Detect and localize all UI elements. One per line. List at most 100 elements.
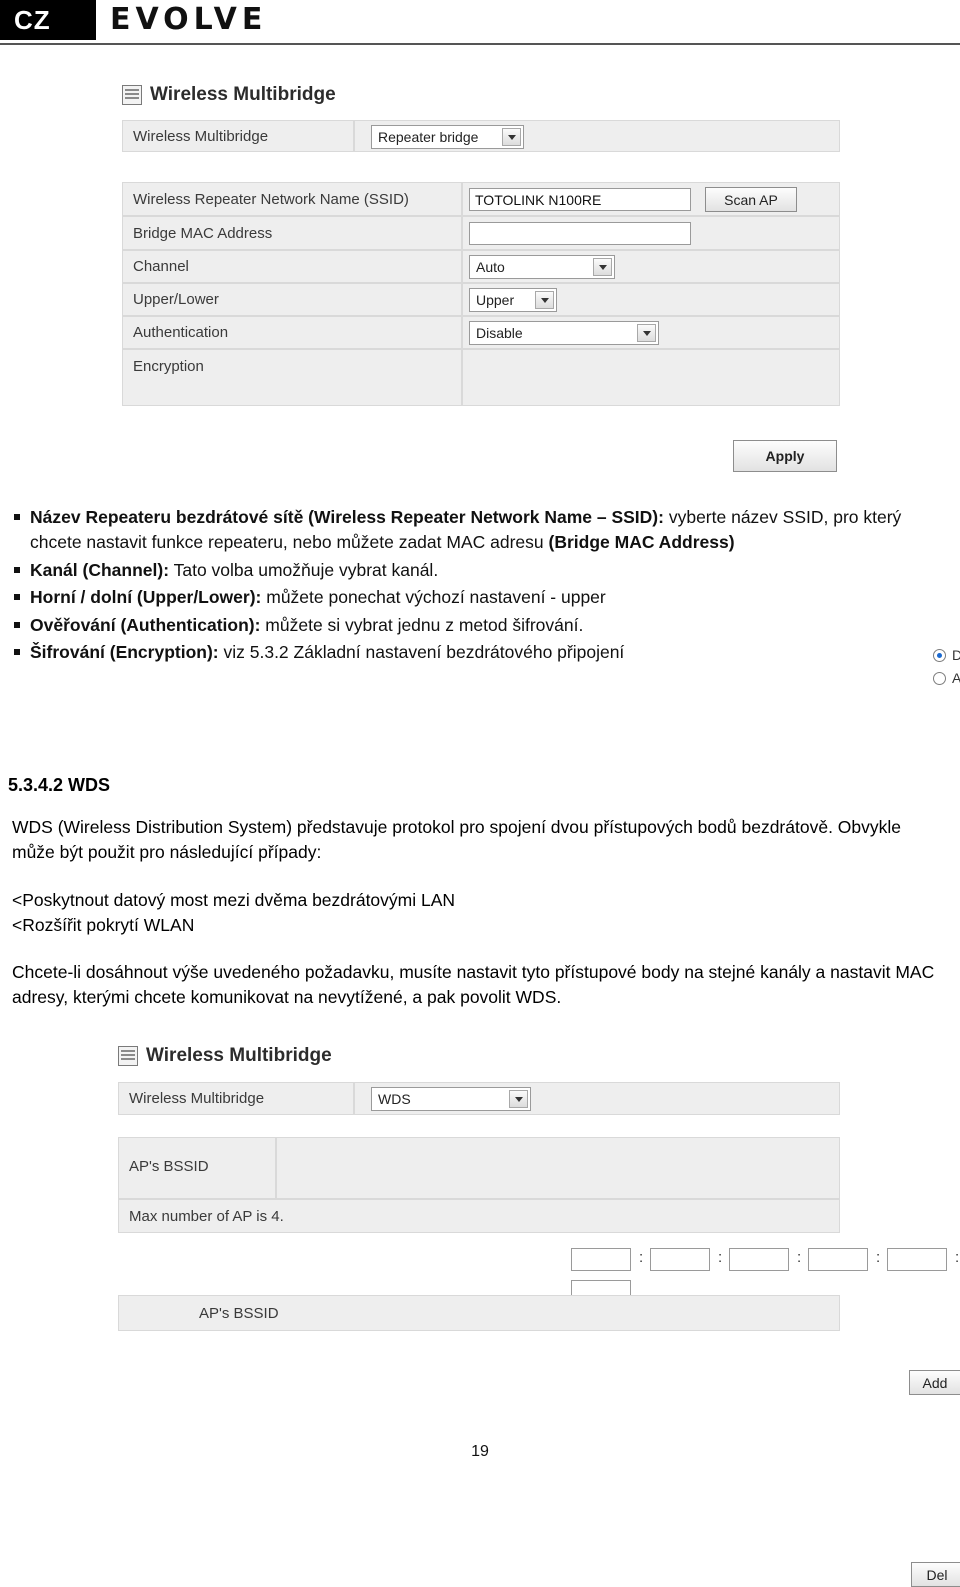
input-ssid[interactable]: TOTOLINK N100RE [469,188,691,211]
label-wireless-multibridge: Wireless Multibridge [133,128,269,145]
bullet-0-bold: Název Repeateru bezdrátové sítě (Wireles… [30,507,664,527]
row-wireless-multibridge-value: Repeater bridge [354,120,840,152]
page-icon [118,1046,138,1066]
bullet-2-rest: můžete ponechat výchozí nastavení - uppe… [261,587,606,608]
select-upper-lower-value: Upper [476,292,515,308]
select-wireless-multibridge-2[interactable]: WDS [371,1087,531,1111]
row-upper-lower-label: Upper/Lower [122,283,462,316]
list-item: Ověřování (Authentication): můžete si vy… [12,613,942,638]
paragraph-use-case-1: <Poskytnout datový most mezi dvěma bezdr… [12,890,456,910]
paragraph-wds-requirements: Chcete-li dosáhnout výše uvedeného požad… [12,962,935,1008]
list-item: Název Repeateru bezdrátové sítě (Wireles… [12,505,942,556]
feature-bullet-list: Název Repeateru bezdrátové sítě (Wireles… [12,505,942,665]
row-bssid-value: : : : : : Scan AP [276,1137,959,1303]
select-channel[interactable]: Auto [469,255,615,279]
router-ui-screenshot-wds: Wireless Multibridge Wireless Multibridg… [0,1035,960,1587]
row-wireless-multibridge-label: Wireless Multibridge [122,120,354,152]
bullet-4-rest: viz 5.3.2 Základní nastavení bezdrátovéh… [218,641,625,662]
bssid-separator-1: : [639,1249,644,1266]
section-heading-wds: 5.3.4.2 WDS [8,775,111,795]
list-item: Kanál (Channel): Tato volba umožňuje vyb… [12,558,942,583]
input-bssid-5[interactable] [887,1248,947,1271]
radio-label-aes: AES [952,670,960,686]
radio-button-icon[interactable] [933,671,946,685]
list-item: Šifrování (Encryption): viz 5.3.2 Základ… [12,640,942,665]
chevron-down-icon[interactable] [509,1090,528,1108]
chevron-down-icon[interactable] [637,324,656,342]
label-encryption: Encryption [133,358,204,375]
paragraph-use-case-2: <Rozšířit pokrytí WLAN [12,915,195,935]
del-button[interactable]: Del [911,1562,960,1587]
input-bssid-3[interactable] [729,1248,789,1271]
select-channel-value: Auto [476,259,505,275]
evolve-brand-logo: EVOLVE [110,2,268,37]
cz-language-badge: CZ [0,0,96,40]
chevron-down-icon[interactable] [535,291,554,309]
bssid-separator-3: : [797,1249,802,1266]
label-wireless-multibridge-2: Wireless Multibridge [129,1090,265,1107]
label-max-ap-note: Max number of AP is 4. [129,1208,284,1225]
bullet-3-rest: můžete si vybrat jednu z metod šifrování… [260,614,584,635]
row-wireless-multibridge-label-2: Wireless Multibridge [118,1082,354,1115]
bullet-2-bold: Horní / dolní (Upper/Lower): [30,587,262,608]
apply-button[interactable]: Apply [733,440,837,472]
list-item: Horní / dolní (Upper/Lower): můžete pone… [12,585,942,610]
bullet-1-rest: Tato volba umožňuje vybrat kanál. [169,559,439,580]
panel-title-wireless-multibridge-2: Wireless Multibridge [118,1045,332,1067]
paragraph-wds-intro: WDS (Wireless Distribution System) předs… [12,817,902,863]
label-bridge-mac: Bridge MAC Address [133,225,273,242]
header-divider [0,43,960,45]
scan-ap-button[interactable]: Scan AP [705,187,797,212]
row-encryption-value: Disable WEP64 WEP128 TKIP AES TKIP/AES [462,349,960,686]
input-bssid-1[interactable] [571,1248,631,1271]
router-ui-screenshot-repeater: Wireless Multibridge Wireless Multibridg… [0,60,960,686]
label-upper-lower: Upper/Lower [133,291,219,308]
select-upper-lower[interactable]: Upper [469,288,557,312]
panel-title-label: Wireless Multibridge [150,84,336,105]
page-icon [122,85,142,105]
input-bssid-4[interactable] [808,1248,868,1271]
row-wireless-multibridge-value-2: WDS [354,1082,840,1115]
radio-encryption-aes[interactable]: AES [933,670,960,686]
bullet-1-bold: Kanál (Channel): [30,559,170,580]
panel-title-wireless-multibridge: Wireless Multibridge [122,84,336,106]
row-bssid-list: AP's BSSID Del [118,1295,960,1587]
bullet-0-bold2: (Bridge MAC Address) [548,532,735,553]
row-bssid-label: AP's BSSID [118,1137,276,1199]
input-bssid-2[interactable] [650,1248,710,1271]
label-channel: Channel [133,258,189,275]
page-header: CZ EVOLVE [0,0,960,46]
row-max-ap-note: Max number of AP is 4. Add [118,1199,960,1395]
row-channel-value: Auto [462,250,840,283]
select-wireless-multibridge-value: Repeater bridge [378,129,479,145]
bullet-3-bold: Ověřování (Authentication): [30,614,261,635]
input-bridge-mac[interactable] [469,222,691,245]
row-ssid-value: TOTOLINK N100RE Scan AP [462,182,840,216]
panel-title-label-2: Wireless Multibridge [146,1045,332,1066]
row-bridge-mac-value [462,216,840,250]
label-bssid-list: AP's BSSID [199,1305,279,1322]
chevron-down-icon[interactable] [593,258,612,276]
radio-label-disable: Disable [952,647,960,663]
bssid-separator-2: : [718,1249,723,1266]
bullet-4-bold: Šifrování (Encryption): [30,641,219,662]
page-number: 19 [471,1443,489,1460]
chevron-down-icon[interactable] [502,128,521,146]
row-ssid-label: Wireless Repeater Network Name (SSID) [122,182,462,216]
select-authentication[interactable]: Disable [469,321,659,345]
select-authentication-value: Disable [476,325,523,341]
row-authentication-value: Disable [462,316,840,349]
row-upper-lower-value: Upper [462,283,840,316]
input-ssid-value: TOTOLINK N100RE [475,191,602,208]
label-bssid: AP's BSSID [129,1158,209,1175]
row-authentication-label: Authentication [122,316,462,349]
bssid-separator-5: : [955,1249,960,1266]
document-body-text: Název Repeateru bezdrátové sítě (Wireles… [12,505,942,667]
add-button[interactable]: Add [909,1370,960,1395]
row-bridge-mac-label: Bridge MAC Address [122,216,462,250]
select-wireless-multibridge-value-2: WDS [378,1091,411,1107]
label-ssid: Wireless Repeater Network Name (SSID) [133,191,409,208]
label-authentication: Authentication [133,324,229,341]
row-encryption-label: Encryption [122,349,462,406]
select-wireless-multibridge[interactable]: Repeater bridge [371,125,524,149]
